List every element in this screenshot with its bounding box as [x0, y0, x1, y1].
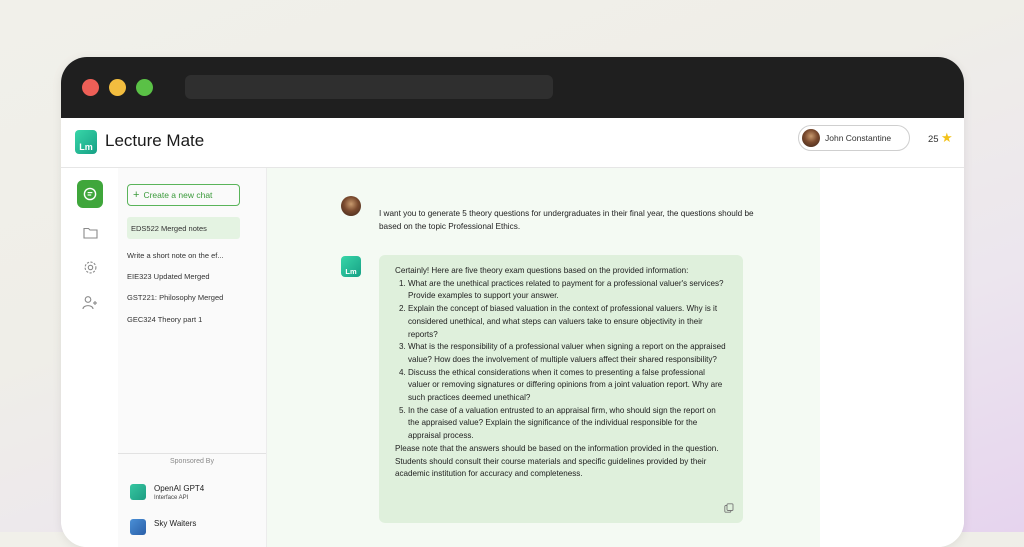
sponsor-logo	[130, 484, 146, 500]
app-logo[interactable]: Lm	[75, 130, 97, 154]
list-item: What are the unethical practices related…	[408, 278, 727, 303]
chat-item-label: GEC324 Theory part 1	[127, 314, 203, 324]
rail-chat-button[interactable]	[77, 180, 103, 208]
rail-settings-button[interactable]	[82, 259, 98, 275]
chat-item-label: EDS522 Merged notes	[131, 223, 207, 233]
rail-add-user-button[interactable]	[82, 294, 98, 310]
sponsored-by-label: Sponsored By	[170, 458, 214, 465]
divider	[118, 453, 266, 454]
chat-item-eie323[interactable]: EIE323 Updated Merged	[127, 265, 240, 287]
window-titlebar	[61, 57, 964, 118]
sponsor-name: OpenAI GPT4	[154, 484, 205, 493]
conversation-panel: I want you to generate 5 theory question…	[267, 168, 820, 547]
sponsor-subtitle: Interface API	[154, 495, 189, 501]
list-item: Discuss the ethical considerations when …	[408, 367, 727, 405]
bot-message: Certainly! Here are five theory exam que…	[379, 255, 743, 523]
close-window-button[interactable]	[82, 79, 99, 96]
star-icon: ★	[941, 130, 953, 145]
chat-item-short-note[interactable]: Write a short note on the ef...	[127, 244, 240, 266]
app-title: Lecture Mate	[105, 131, 205, 150]
bot-message-outro: Please note that the answers should be b…	[395, 443, 719, 479]
chat-item-eds522[interactable]: EDS522 Merged notes	[127, 217, 240, 239]
minimize-window-button[interactable]	[109, 79, 126, 96]
create-new-chat-button[interactable]: + Create a new chat	[127, 184, 240, 206]
rail-folder-button[interactable]	[82, 224, 98, 240]
browser-window: Lm Lecture Mate John Constantine 25 ★ + …	[61, 57, 964, 547]
settings-icon	[84, 261, 96, 273]
chat-icon	[83, 187, 97, 201]
user-profile-button[interactable]: John Constantine	[798, 125, 910, 151]
list-item: In the case of a valuation entrusted to …	[408, 405, 727, 443]
user-message-avatar	[341, 196, 361, 216]
sponsor-logo	[130, 519, 146, 535]
chat-item-gst221[interactable]: GST221: Philosophy Merged	[127, 286, 240, 308]
address-bar[interactable]	[185, 75, 553, 99]
chat-item-label: EIE323 Updated Merged	[127, 271, 210, 281]
credits-count: 25	[928, 134, 939, 145]
bot-avatar: Lm	[341, 256, 361, 277]
maximize-window-button[interactable]	[136, 79, 153, 96]
sponsor-name: Sky Waiters	[154, 519, 197, 528]
list-item: What is the responsibility of a professi…	[408, 341, 727, 366]
folder-icon	[82, 227, 98, 239]
user-message: I want you to generate 5 theory question…	[379, 209, 754, 231]
plus-icon: +	[133, 188, 140, 201]
bot-message-intro: Certainly! Here are five theory exam que…	[395, 266, 689, 275]
add-user-icon	[82, 295, 97, 309]
question-list: What are the unethical practices related…	[395, 278, 727, 443]
user-name: John Constantine	[825, 133, 892, 143]
nav-rail	[61, 168, 118, 547]
list-item: Explain the concept of biased valuation …	[408, 303, 727, 341]
avatar	[802, 129, 820, 147]
chat-history-sidebar: + Create a new chat EDS522 Merged notes …	[118, 168, 267, 547]
chat-item-label: Write a short note on the ef...	[127, 250, 224, 260]
chat-item-label: GST221: Philosophy Merged	[127, 292, 224, 302]
create-new-chat-label: Create a new chat	[143, 190, 213, 200]
right-panel	[820, 168, 964, 547]
app-header: Lm Lecture Mate John Constantine 25 ★	[61, 118, 964, 168]
chat-item-gec324[interactable]: GEC324 Theory part 1	[127, 308, 240, 330]
copy-icon[interactable]	[724, 503, 734, 513]
